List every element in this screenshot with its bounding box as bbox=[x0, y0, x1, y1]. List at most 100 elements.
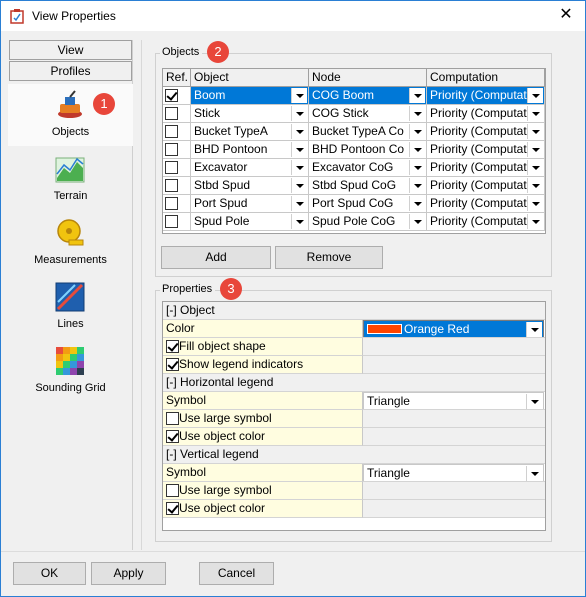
h-object-color-checkbox[interactable] bbox=[166, 430, 179, 443]
tab-view[interactable]: View bbox=[9, 40, 132, 60]
node-cell[interactable]: COG Stick bbox=[309, 105, 427, 123]
chevron-down-icon[interactable] bbox=[291, 160, 307, 175]
chevron-down-icon[interactable] bbox=[526, 322, 542, 337]
ref-checkbox[interactable] bbox=[165, 143, 178, 156]
computation-cell[interactable]: Priority (Computati bbox=[427, 105, 545, 123]
show-legend-checkbox[interactable] bbox=[166, 358, 179, 371]
h-symbol-cell[interactable]: Triangle bbox=[363, 392, 545, 410]
computation-cell[interactable]: Priority (Computati bbox=[427, 213, 545, 231]
fill-shape-row[interactable]: Fill object shape bbox=[163, 338, 363, 356]
ref-checkbox[interactable] bbox=[165, 179, 178, 192]
chevron-down-icon[interactable] bbox=[409, 178, 425, 193]
node-value: Excavator CoG bbox=[312, 160, 394, 174]
ref-checkbox[interactable] bbox=[165, 215, 178, 228]
chevron-down-icon[interactable] bbox=[527, 106, 543, 121]
v-symbol-cell[interactable]: Triangle bbox=[363, 464, 545, 482]
chevron-down-icon[interactable] bbox=[409, 124, 425, 139]
color-label: Color bbox=[163, 320, 363, 338]
ref-checkbox[interactable] bbox=[165, 197, 178, 210]
color-combo[interactable]: Orange Red bbox=[363, 320, 544, 337]
v-large-symbol-value bbox=[363, 482, 545, 500]
computation-cell[interactable]: Priority (Computati bbox=[427, 87, 545, 105]
chevron-down-icon[interactable] bbox=[527, 142, 543, 157]
computation-value: Priority (Computati bbox=[430, 106, 530, 120]
chevron-down-icon[interactable] bbox=[409, 106, 425, 121]
section-object[interactable]: [-] Object bbox=[163, 302, 545, 320]
v-large-symbol-row[interactable]: Use large symbol bbox=[163, 482, 363, 500]
v-symbol-combo[interactable]: Triangle bbox=[363, 464, 544, 481]
object-cell[interactable]: Stbd Spud bbox=[191, 177, 309, 195]
v-object-color-row[interactable]: Use object color bbox=[163, 500, 363, 518]
chevron-down-icon[interactable] bbox=[291, 88, 307, 103]
nav-item-terrain[interactable]: Terrain bbox=[8, 148, 133, 210]
v-object-color-label: Use object color bbox=[179, 501, 266, 515]
add-button[interactable]: Add bbox=[161, 246, 271, 269]
computation-cell[interactable]: Priority (Computati bbox=[427, 141, 545, 159]
chevron-down-icon[interactable] bbox=[527, 88, 543, 103]
chevron-down-icon[interactable] bbox=[409, 142, 425, 157]
computation-cell[interactable]: Priority (Computati bbox=[427, 177, 545, 195]
h-large-symbol-row[interactable]: Use large symbol bbox=[163, 410, 363, 428]
chevron-down-icon[interactable] bbox=[409, 88, 425, 103]
object-cell[interactable]: Excavator bbox=[191, 159, 309, 177]
chevron-down-icon[interactable] bbox=[409, 196, 425, 211]
node-cell[interactable]: Spud Pole CoG bbox=[309, 213, 427, 231]
nav-item-measurements[interactable]: Measurements bbox=[8, 212, 133, 274]
node-cell[interactable]: Port Spud CoG bbox=[309, 195, 427, 213]
close-icon[interactable]: ✕ bbox=[557, 5, 575, 25]
ref-checkbox[interactable] bbox=[165, 89, 178, 102]
object-cell[interactable]: BHD Pontoon bbox=[191, 141, 309, 159]
section-horizontal-legend[interactable]: [-] Horizontal legend bbox=[163, 374, 545, 392]
h-object-color-row[interactable]: Use object color bbox=[163, 428, 363, 446]
category-navigator: View Profiles Objects Terrain Measuremen… bbox=[8, 40, 133, 550]
ok-button[interactable]: OK bbox=[13, 562, 86, 585]
node-cell[interactable]: Bucket TypeA Co bbox=[309, 123, 427, 141]
chevron-down-icon[interactable] bbox=[291, 214, 307, 229]
object-cell[interactable]: Spud Pole bbox=[191, 213, 309, 231]
object-cell[interactable]: Port Spud bbox=[191, 195, 309, 213]
ref-checkbox[interactable] bbox=[165, 107, 178, 120]
chevron-down-icon[interactable] bbox=[409, 160, 425, 175]
node-cell[interactable]: COG Boom bbox=[309, 87, 427, 105]
chevron-down-icon[interactable] bbox=[291, 142, 307, 157]
ref-checkbox[interactable] bbox=[165, 125, 178, 138]
fill-shape-checkbox[interactable] bbox=[166, 340, 179, 353]
chevron-down-icon[interactable] bbox=[526, 394, 542, 409]
node-cell[interactable]: Stbd Spud CoG bbox=[309, 177, 427, 195]
h-large-symbol-checkbox[interactable] bbox=[166, 412, 179, 425]
objects-table: Ref. Object Node Computation Boom COG Bo… bbox=[162, 68, 546, 234]
chevron-down-icon[interactable] bbox=[409, 214, 425, 229]
chevron-down-icon[interactable] bbox=[526, 466, 542, 481]
chevron-down-icon[interactable] bbox=[527, 196, 543, 211]
chevron-down-icon[interactable] bbox=[291, 124, 307, 139]
object-cell[interactable]: Bucket TypeA bbox=[191, 123, 309, 141]
chevron-down-icon[interactable] bbox=[527, 160, 543, 175]
v-large-symbol-checkbox[interactable] bbox=[166, 484, 179, 497]
object-cell[interactable]: Boom bbox=[191, 87, 309, 105]
chevron-down-icon[interactable] bbox=[527, 214, 543, 229]
chevron-down-icon[interactable] bbox=[291, 178, 307, 193]
h-symbol-combo[interactable]: Triangle bbox=[363, 392, 544, 409]
chevron-down-icon[interactable] bbox=[527, 124, 543, 139]
tab-profiles[interactable]: Profiles bbox=[9, 61, 132, 81]
chevron-down-icon[interactable] bbox=[291, 106, 307, 121]
section-vertical-legend[interactable]: [-] Vertical legend bbox=[163, 446, 545, 464]
color-value-cell[interactable]: Orange Red bbox=[363, 320, 545, 338]
ref-checkbox[interactable] bbox=[165, 161, 178, 174]
chevron-down-icon[interactable] bbox=[291, 196, 307, 211]
computation-cell[interactable]: Priority (Computati bbox=[427, 123, 545, 141]
nav-item-lines[interactable]: Lines bbox=[8, 276, 133, 338]
node-cell[interactable]: BHD Pontoon Co bbox=[309, 141, 427, 159]
nav-item-objects[interactable]: Objects bbox=[8, 84, 133, 146]
apply-button[interactable]: Apply bbox=[91, 562, 166, 585]
computation-cell[interactable]: Priority (Computati bbox=[427, 195, 545, 213]
object-cell[interactable]: Stick bbox=[191, 105, 309, 123]
computation-cell[interactable]: Priority (Computati bbox=[427, 159, 545, 177]
remove-button[interactable]: Remove bbox=[275, 246, 383, 269]
v-object-color-checkbox[interactable] bbox=[166, 502, 179, 515]
node-cell[interactable]: Excavator CoG bbox=[309, 159, 427, 177]
chevron-down-icon[interactable] bbox=[527, 178, 543, 193]
nav-item-sounding-grid[interactable]: Sounding Grid bbox=[8, 340, 133, 402]
show-legend-row[interactable]: Show legend indicators bbox=[163, 356, 363, 374]
cancel-button[interactable]: Cancel bbox=[199, 562, 274, 585]
